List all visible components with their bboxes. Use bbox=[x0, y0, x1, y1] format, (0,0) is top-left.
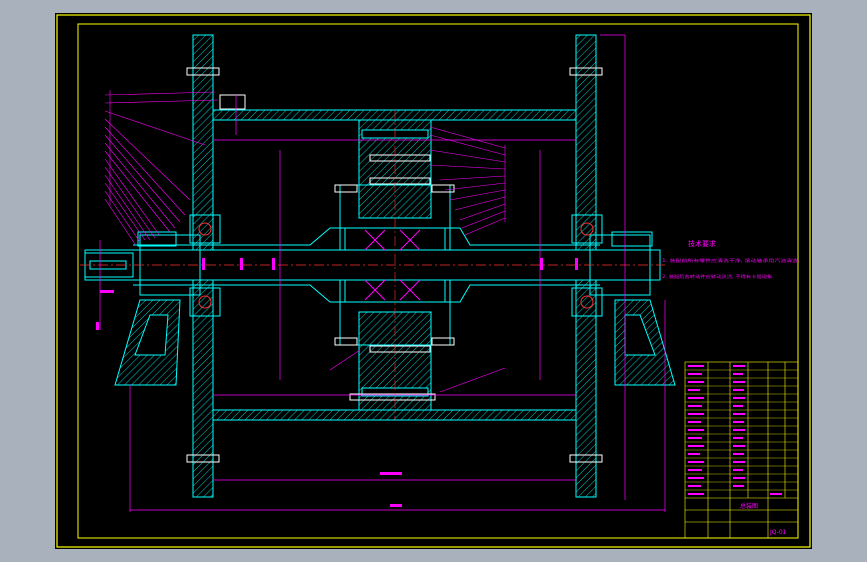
note-line-1: 1. 装配前所有零件应清洗干净, 滚动轴承用汽油清洗. bbox=[662, 257, 800, 264]
drawing-number: JQ-01 bbox=[769, 529, 787, 536]
note-line-2: 2. 装配后各转动件应转动灵活, 不得有卡阻现象. bbox=[662, 273, 774, 280]
title-label: 总装图 bbox=[740, 502, 758, 510]
drum-shell-top bbox=[212, 109, 577, 121]
notes-title: 技术要求 bbox=[688, 239, 716, 248]
cad-viewer: 技术要求 1. 装配前所有零件应清洗干净, 滚动轴承用汽油清洗. 2. 装配后各… bbox=[0, 0, 867, 562]
drawing-sheet: 技术要求 1. 装配前所有零件应清洗干净, 滚动轴承用汽油清洗. 2. 装配后各… bbox=[55, 13, 812, 549]
drum-shell-bottom bbox=[212, 409, 577, 421]
